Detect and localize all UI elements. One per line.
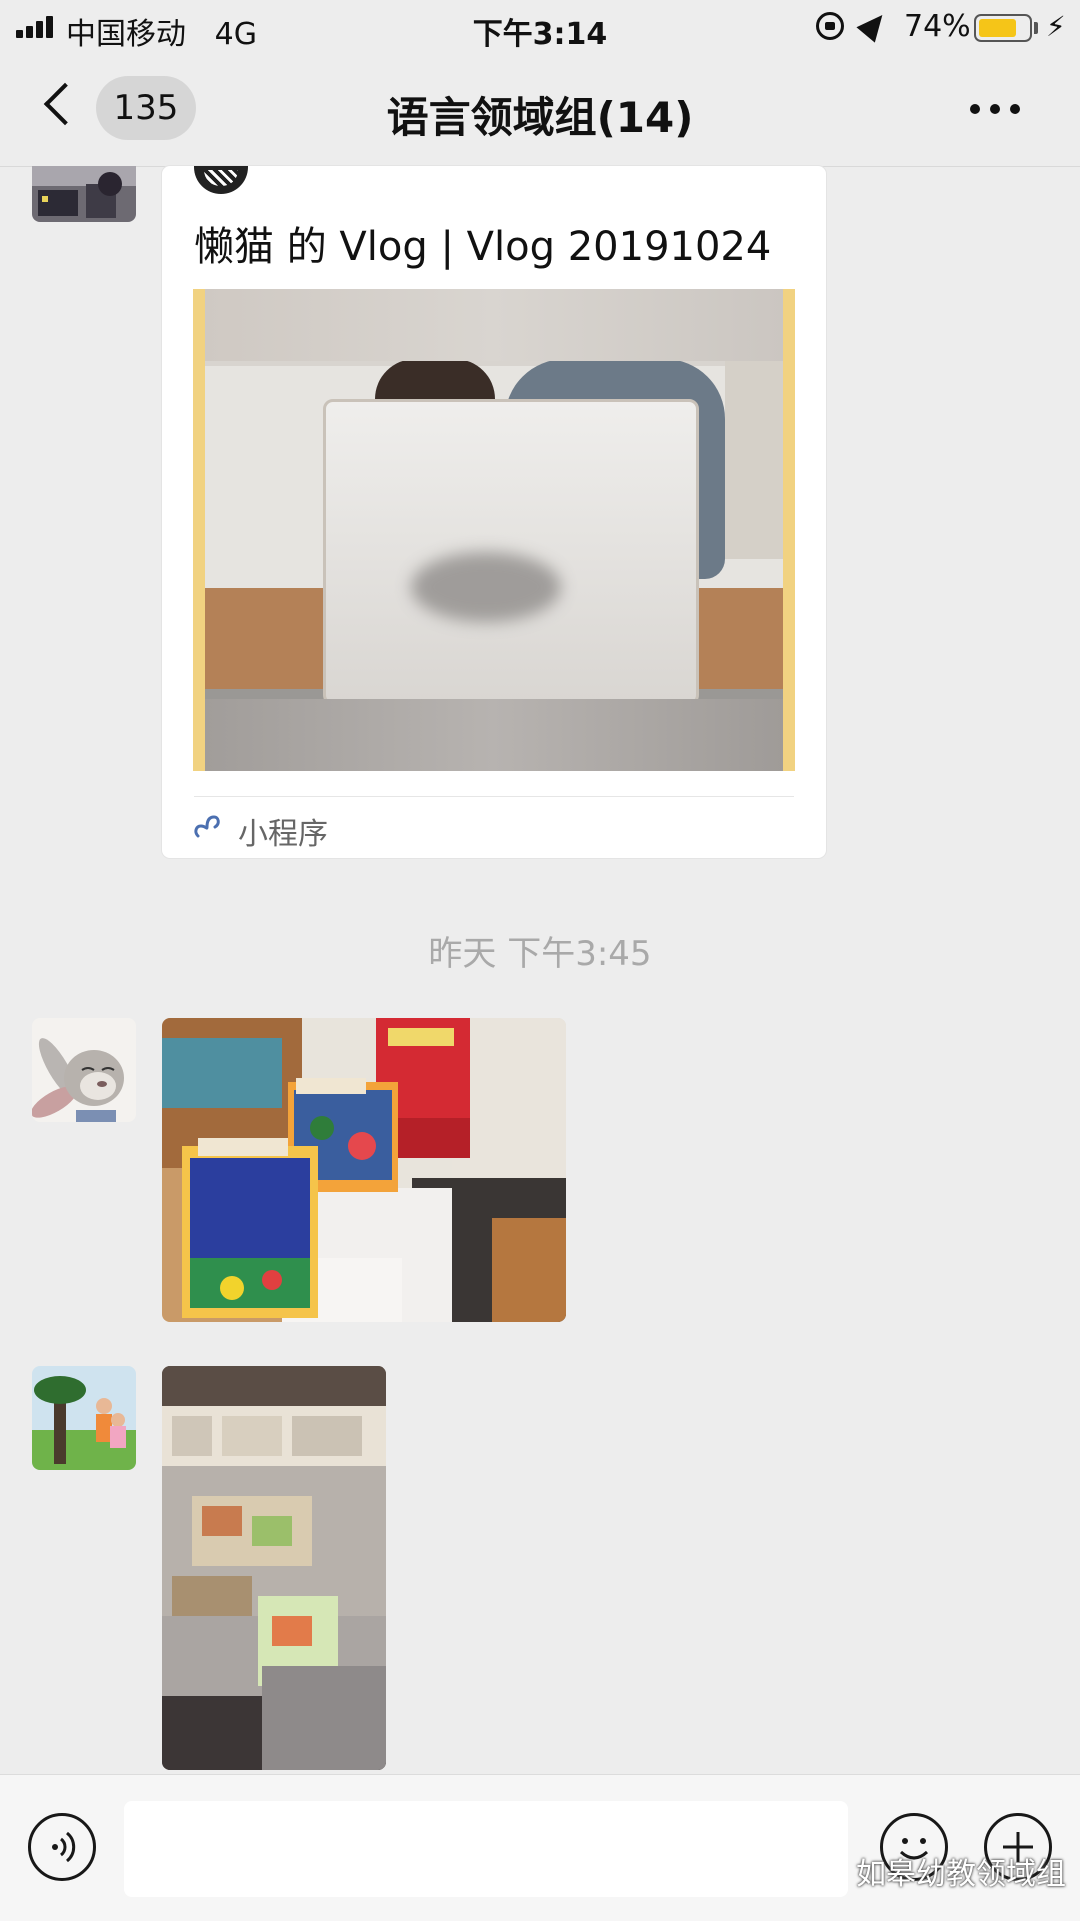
- thumb-box-mark: [411, 552, 561, 622]
- chat-header: 135 语言领域组(14): [0, 54, 1080, 167]
- mini-program-card[interactable]: 懒猫 的 Vlog | Vlog 20191024 小程序: [162, 166, 826, 858]
- mini-program-label: 小程序: [238, 817, 328, 852]
- mini-program-logo: [194, 166, 248, 194]
- more-icon[interactable]: [970, 104, 1020, 114]
- battery-cap: [1034, 22, 1038, 34]
- message-timestamp: 昨天 下午3:45: [428, 934, 652, 974]
- status-bar: 中国移动 4G 下午3:14 74% ⚡: [0, 0, 1080, 54]
- watermark: 如皋幼教领域组: [808, 1850, 1066, 1892]
- mini-program-icon: [194, 815, 220, 838]
- thumb-blur-bottom: [205, 699, 783, 771]
- chat-title: 语言领域组(14): [386, 93, 694, 142]
- avatar[interactable]: [32, 166, 136, 222]
- watermark-text: 如皋幼教领域组: [856, 1857, 1066, 1892]
- message-input[interactable]: [124, 1801, 848, 1897]
- wechat-icon: [808, 1856, 848, 1885]
- charging-icon: ⚡: [1046, 10, 1066, 43]
- thumb-door: [725, 359, 783, 559]
- thumbnail-photo: [205, 289, 783, 771]
- image-message[interactable]: [162, 1366, 386, 1770]
- voice-icon[interactable]: [28, 1813, 96, 1881]
- thumb-blur-top: [205, 289, 783, 361]
- chat-input-bar: [0, 1774, 1080, 1921]
- card-title: 懒猫 的 Vlog | Vlog 20191024: [194, 224, 772, 270]
- battery-fill: [979, 19, 1016, 37]
- thumb-box: [323, 399, 699, 705]
- battery-percent: 74%: [904, 9, 971, 44]
- avatar[interactable]: [32, 1366, 136, 1470]
- battery-icon: [974, 14, 1032, 42]
- rotation-lock-icon: [816, 12, 844, 40]
- avatar[interactable]: [32, 1018, 136, 1122]
- card-thumbnail: [193, 289, 795, 771]
- image-message[interactable]: [162, 1018, 566, 1322]
- card-divider: [194, 796, 794, 797]
